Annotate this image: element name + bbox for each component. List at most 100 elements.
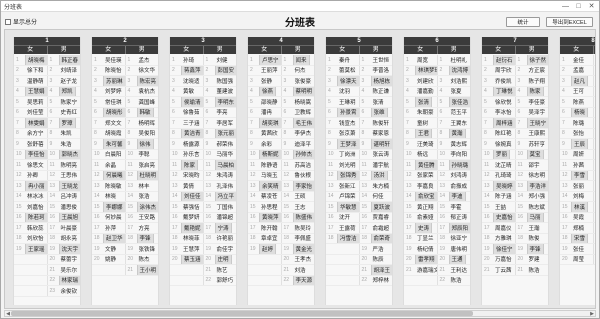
female-student-cell[interactable]: 15 孙思程 — [248, 202, 281, 212]
student-name[interactable]: 陈明亮 — [59, 160, 80, 170]
female-student-cell[interactable] — [248, 265, 281, 275]
male-student-cell[interactable]: 13 李浩洋 — [514, 181, 548, 191]
female-student-cell[interactable]: 15 蔡强恬 — [170, 202, 203, 212]
student-name[interactable]: 吕冲涛 — [59, 192, 80, 202]
male-student-cell[interactable]: 11 张启亮 — [124, 160, 159, 170]
student-name[interactable]: 李娜娜 — [103, 202, 125, 212]
female-student-cell[interactable]: 8 张京萧 — [326, 129, 359, 139]
student-name[interactable]: 刘梦婷 — [103, 87, 124, 97]
female-student-cell[interactable]: 18 章卓宜 — [248, 234, 281, 244]
student-name[interactable]: 宋雪 — [571, 233, 589, 243]
male-student-cell[interactable]: 19 李锋 — [514, 244, 549, 254]
female-student-cell[interactable]: 9 汪美琦 — [404, 139, 437, 149]
student-name[interactable]: 张怡 — [571, 129, 586, 139]
student-name[interactable]: 潘锦超 — [215, 213, 236, 223]
male-student-cell[interactable]: 17 叶晨豪 — [46, 223, 81, 233]
student-name[interactable]: 林琪梦琦 — [415, 65, 437, 75]
student-name[interactable]: 陈国强 — [215, 76, 236, 86]
female-student-cell[interactable]: 6 胡晓彤 — [92, 107, 125, 117]
student-name[interactable]: 余笑晴 — [259, 181, 281, 191]
student-name[interactable]: 汤洪 — [370, 170, 388, 180]
female-student-cell[interactable]: 3 沈晓适 — [170, 76, 203, 86]
student-name[interactable]: 林家瑞 — [58, 275, 80, 285]
student-name[interactable]: 罗璋 — [58, 118, 76, 128]
student-name[interactable]: 朱方楠 — [371, 181, 392, 191]
female-student-cell[interactable]: 7 郑文文 — [92, 118, 125, 128]
student-name[interactable]: 徐伟 — [136, 139, 154, 149]
student-name[interactable]: 张京萧 — [337, 129, 358, 139]
male-student-cell[interactable]: 4 袁杭杰 — [124, 86, 159, 97]
female-student-cell[interactable]: 7 林雯娟 — [14, 118, 47, 128]
student-name[interactable]: 刘鸿涛 — [449, 171, 470, 181]
student-name[interactable]: 李亮 — [215, 108, 230, 118]
student-name[interactable]: 沈晓适 — [181, 76, 202, 86]
student-name[interactable]: 张清 — [371, 97, 386, 107]
student-name[interactable]: 杨旭栋 — [370, 76, 392, 86]
student-name[interactable]: 李家怡 — [292, 181, 314, 191]
student-name[interactable]: 张佳浩 — [448, 97, 470, 107]
male-student-cell[interactable]: 12 汤洪 — [358, 170, 393, 180]
student-name[interactable]: 郑楠 — [571, 223, 586, 233]
male-student-cell[interactable]: 9 迪泽平 — [280, 139, 315, 149]
male-student-cell[interactable]: 14 何佳 — [358, 191, 393, 201]
male-student-cell[interactable]: 7 毛王伟 — [280, 118, 314, 128]
male-student-cell[interactable]: 5 杨晓嵩 — [280, 97, 315, 107]
female-student-cell[interactable]: 20 姚静 — [92, 255, 125, 265]
student-name[interactable]: 张云涛 — [371, 150, 392, 160]
student-name[interactable]: 卫教辉 — [293, 108, 314, 118]
male-student-cell[interactable]: 14 张浩 — [124, 191, 159, 201]
female-student-cell[interactable]: 11 孙茜 — [560, 160, 593, 170]
student-name[interactable]: 周嘉仪 — [493, 223, 514, 233]
student-name[interactable]: 王琳玥 — [337, 97, 358, 107]
student-name[interactable]: 袁杭杰 — [137, 87, 158, 97]
student-name[interactable]: 苏丽琳 — [103, 76, 125, 86]
student-name[interactable]: 罗建 — [527, 255, 542, 265]
student-name[interactable]: 杨明晖 — [137, 118, 158, 128]
male-student-cell[interactable]: 6 吴泽宇 — [514, 107, 549, 117]
student-name[interactable]: 胡奕琪 — [259, 118, 281, 128]
male-student-cell[interactable]: 3刘伟 — [592, 76, 596, 86]
male-student-cell[interactable]: 20 庄明 — [202, 254, 237, 264]
student-name[interactable]: 刘梅 — [571, 192, 586, 202]
student-name[interactable]: 苏高洁 — [293, 160, 314, 170]
student-name[interactable]: 王可 — [571, 87, 586, 97]
female-student-cell[interactable]: 20 周莹 — [560, 255, 593, 265]
male-student-cell[interactable]: 3 赵子龙 — [46, 76, 81, 86]
student-name[interactable]: 李居军 — [215, 118, 236, 128]
student-name[interactable]: 陈家 — [526, 86, 544, 96]
female-student-cell[interactable]: 1 秦舟 — [326, 55, 359, 65]
student-name[interactable]: 彭国安 — [214, 65, 236, 75]
student-name[interactable]: 吴乐尔 — [59, 265, 80, 275]
female-student-cell[interactable]: 6 杨晓 — [560, 107, 593, 117]
student-name[interactable]: 陈璐 — [571, 118, 586, 128]
male-student-cell[interactable]: 21 陈艺 — [202, 265, 237, 275]
student-name[interactable]: 张锦秀 — [337, 170, 359, 180]
male-student-cell[interactable]: 20 陈杰 — [124, 254, 159, 264]
female-student-cell[interactable] — [326, 265, 359, 275]
female-student-cell[interactable]: 6 李冰怡 — [482, 108, 515, 118]
female-student-cell[interactable]: 8 陈红艳 — [482, 129, 515, 139]
student-name[interactable]: 冯立平 — [214, 191, 236, 201]
female-student-cell[interactable]: 19 王慧萍 — [170, 244, 203, 254]
male-student-cell[interactable]: 2 方正宸 — [514, 65, 549, 75]
female-student-cell[interactable]: 19 文静 — [92, 244, 125, 254]
male-student-cell[interactable]: 20高翔 — [592, 254, 596, 264]
student-name[interactable]: 胡晓梅 — [25, 55, 47, 65]
student-name[interactable]: 孙卿 — [25, 171, 40, 181]
female-student-cell[interactable]: 13 张丽 — [560, 181, 593, 191]
male-student-cell[interactable]: 17 陈吴玲 — [280, 223, 315, 233]
student-name[interactable]: 李向阳 — [449, 150, 470, 160]
male-student-cell[interactable]: 10 郭晓杰 — [46, 149, 80, 159]
student-name[interactable]: 三子涵 — [181, 118, 202, 128]
student-name[interactable]: 黄敏 — [181, 87, 196, 97]
female-student-cell[interactable]: 18 冯雪洁 — [326, 233, 359, 243]
student-name[interactable]: 许艳丽 — [215, 234, 236, 244]
student-name[interactable]: 陈正谦 — [371, 87, 392, 97]
female-student-cell[interactable]: 3 赵凡 — [560, 76, 593, 86]
male-student-cell[interactable]: 15 潘思俊 — [46, 202, 81, 212]
male-student-cell[interactable]: 8 王康熙 — [514, 128, 549, 138]
student-name[interactable]: 杨远 — [415, 150, 430, 160]
student-name[interactable]: 黄志辉 — [449, 139, 470, 149]
student-name[interactable]: 何妙晨 — [103, 213, 124, 223]
student-name[interactable]: 胡泽王 — [370, 265, 392, 275]
